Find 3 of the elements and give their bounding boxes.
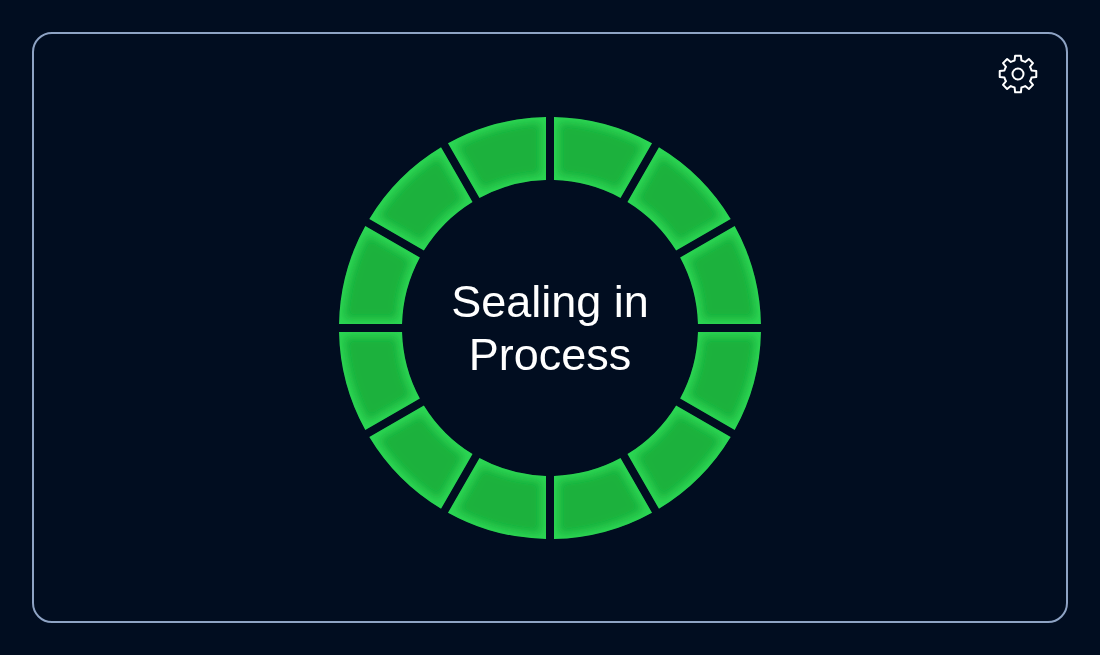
settings-icon (998, 54, 1038, 94)
settings-button[interactable] (998, 54, 1038, 94)
status-text: Sealing in Process (450, 274, 650, 381)
